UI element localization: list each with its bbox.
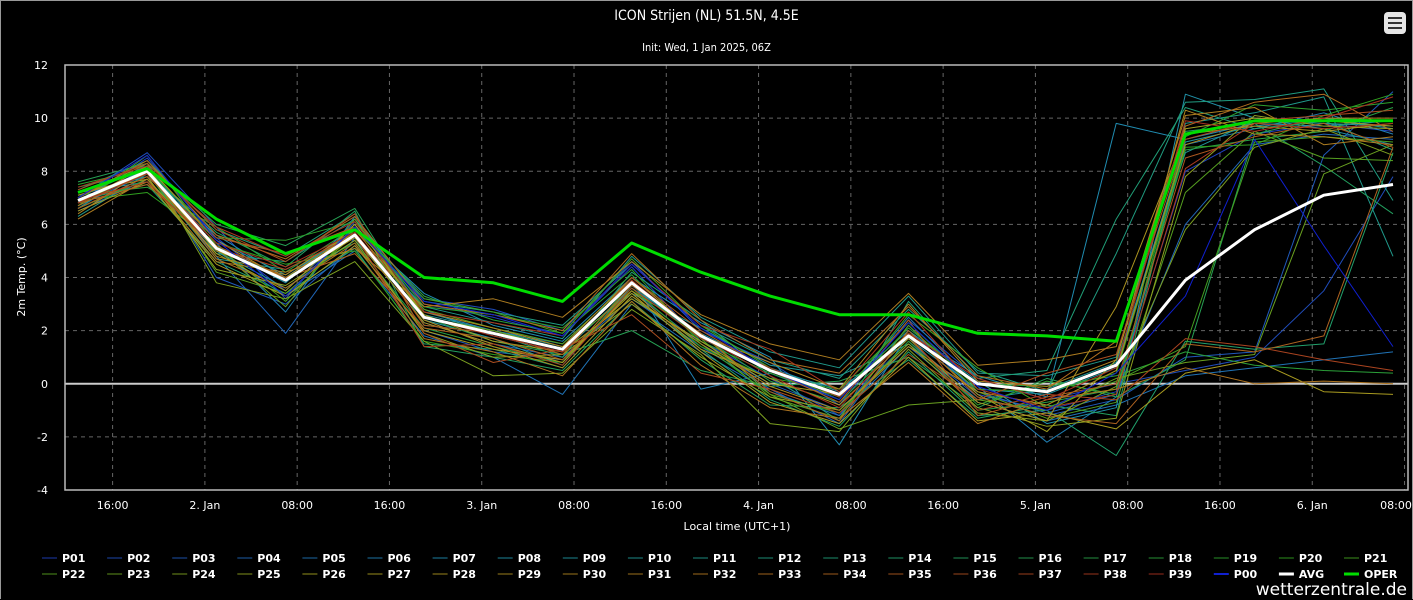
legend-label-p06: P06 [388,552,412,565]
legend-label-p38: P38 [1104,568,1127,581]
x-tick-label: 3. Jan [466,499,497,512]
legend-label-p14: P14 [908,552,932,565]
legend-label-p22: P22 [62,568,85,581]
x-tick-label: 16:00 [97,499,129,512]
x-tick-label: 16:00 [374,499,406,512]
legend-label-p25: P25 [257,568,280,581]
x-tick-label: 08:00 [281,499,313,512]
y-tick-label: 6 [41,218,48,231]
x-tick-label: 16:00 [1204,499,1236,512]
legend-label-p00: P00 [1234,568,1258,581]
legend-label-p37: P37 [1039,568,1062,581]
y-tick-label: 2 [41,325,48,338]
legend-label-p05: P05 [322,552,345,565]
y-tick-label: -2 [37,431,48,444]
x-tick-label: 08:00 [1380,499,1412,512]
legend-label-p30: P30 [583,568,607,581]
legend-label-p12: P12 [778,552,801,565]
legend-label-p23: P23 [127,568,150,581]
legend-label-p08: P08 [518,552,541,565]
series-line-p11 [77,96,1394,377]
legend-label-p09: P09 [583,552,606,565]
legend-label-p04: P04 [257,552,281,565]
temperature-chart: -4 -2 0 2 4 6 8 10 12 16:00 2. Jan 08:00 16:00 3. Jan… [15,59,1412,581]
legend-label-p21: P21 [1364,552,1387,565]
y-tick-label: 12 [34,59,48,72]
x-tick-label: 5. Jan [1020,499,1051,512]
legend-label-p27: P27 [388,568,411,581]
legend-label-p36: P36 [973,568,997,581]
legend-label-p24: P24 [192,568,216,581]
x-tick-label: 6. Jan [1297,499,1328,512]
y-tick-label: 0 [41,378,48,391]
legend-label-p01: P01 [62,552,85,565]
series-line-p04 [77,133,1394,425]
series-line-p03 [77,91,1394,417]
legend-label-p39: P39 [1169,568,1192,581]
legend-label-p11: P11 [713,552,736,565]
legend-label-p34: P34 [843,568,867,581]
series-line-oper [77,119,1393,343]
x-tick-label: 16:00 [650,499,682,512]
legend-label-p16: P16 [1039,552,1063,565]
legend-label-p35: P35 [908,568,931,581]
legend-label-p20: P20 [1299,552,1323,565]
legend-label-p31: P31 [648,568,671,581]
x-tick-label: 16:00 [927,499,959,512]
x-tick-label: 08:00 [558,499,590,512]
x-tick-label: 2. Jan [189,499,220,512]
legend-label-p03: P03 [192,552,215,565]
credit-text: wetterzentrale.de [1255,580,1407,600]
x-tick-label: 08:00 [835,499,867,512]
series-line-p27 [77,181,1394,430]
x-axis-label: Local time (UTC+1) [684,520,791,533]
y-tick-label: 4 [41,272,48,285]
y-axis-label: 2m Temp. (°C) [15,237,28,316]
legend-label-p32: P32 [713,568,736,581]
legend-label-p07: P07 [453,552,476,565]
x-tick-label: 4. Jan [743,499,774,512]
legend-label-p28: P28 [453,568,476,581]
legend-label-p02: P02 [127,552,150,565]
legend-label-p17: P17 [1104,552,1127,565]
y-tick-label: 10 [34,112,48,125]
x-tick-label: 08:00 [1112,499,1144,512]
legend-label-p26: P26 [322,568,346,581]
legend-label-p19: P19 [1234,552,1257,565]
legend-label-p33: P33 [778,568,801,581]
legend-label-p13: P13 [843,552,866,565]
y-tick-label: 8 [41,165,48,178]
legend-label-p29: P29 [518,568,541,581]
series-line-p14 [77,152,1394,456]
y-tick-label: -4 [37,484,48,497]
legend-label-p18: P18 [1169,552,1192,565]
legend-label-p15: P15 [973,552,996,565]
legend-label-p10: P10 [648,552,672,565]
